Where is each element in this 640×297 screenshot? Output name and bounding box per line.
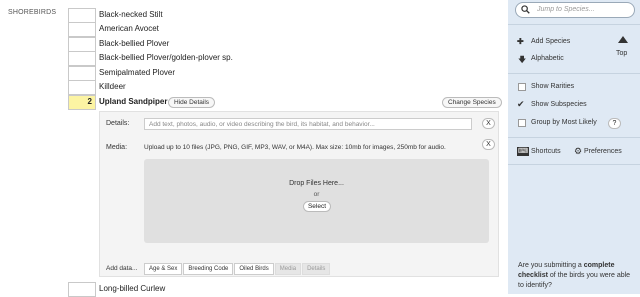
section-label: SHOREBIRDS (8, 9, 57, 16)
tab-breeding-code[interactable]: Breeding Code (183, 263, 234, 275)
change-species-button[interactable]: Change Species (442, 97, 502, 108)
tab-media: Media (274, 263, 302, 275)
top-button[interactable]: Top (610, 28, 638, 68)
prompt-prefix: Are you submitting a (518, 262, 584, 269)
keyboard-icon: ⌨ (517, 147, 530, 156)
count-input[interactable] (68, 66, 96, 81)
tab-oiled-birds[interactable]: Oiled Birds (234, 263, 274, 275)
species-name: Black-bellied Plover (99, 39, 170, 48)
count-input[interactable] (68, 37, 96, 52)
drop-or: or (313, 191, 320, 198)
show-rarities-checkbox[interactable] (518, 83, 526, 91)
count-input[interactable] (68, 282, 96, 297)
species-row: American Avocet (68, 22, 508, 37)
search-placeholder: Jump to Species... (537, 6, 595, 13)
help-button[interactable]: ? (608, 118, 621, 129)
add-data-label: Add data... (106, 265, 138, 272)
species-name: Black-necked Stilt (99, 10, 163, 19)
show-rarities-label: Show Rarities (531, 83, 575, 90)
checklist-panel: SHOREBIRDS Black-necked Stilt American A… (0, 0, 508, 297)
close-details-button[interactable]: X (482, 118, 495, 129)
tab-age-sex[interactable]: Age & Sex (144, 263, 183, 275)
group-by-checkbox[interactable] (518, 119, 526, 127)
count-input[interactable]: 2 (68, 95, 96, 110)
file-dropzone[interactable]: Drop Files Here... or Select (144, 159, 489, 243)
count-value: 2 (87, 97, 92, 106)
count-input[interactable] (68, 80, 96, 95)
preferences-link[interactable]: Preferences (584, 148, 622, 155)
sidebar: Jump to Species... ✚ Add Species 🡇 Alpha… (508, 0, 640, 294)
plus-icon: ✚ (517, 37, 524, 46)
alphabetic-link[interactable]: Alphabetic (531, 55, 564, 62)
species-name: Killdeer (99, 82, 126, 91)
species-row-active: 2 Upland Sandpiper Hide Details Change S… (68, 95, 508, 110)
close-media-button[interactable]: X (482, 139, 495, 150)
shortcuts-link[interactable]: Shortcuts (531, 148, 561, 155)
species-name: Semipalmated Plover (99, 68, 176, 77)
add-data-tabs: Age & Sex Breeding Code Oiled Birds Medi… (144, 263, 331, 275)
species-row: Black-necked Stilt (68, 8, 508, 23)
count-input[interactable] (68, 51, 96, 66)
media-instructions: Upload up to 10 files (JPG, PNG, GIF, MP… (144, 144, 446, 151)
complete-checklist-prompt: Are you submitting a complete checklist … (518, 261, 634, 291)
species-name: Upland Sandpiper (99, 97, 168, 106)
details-panel: Details: Add text, photos, audio, or vid… (99, 111, 499, 277)
select-files-button[interactable]: Select (303, 201, 331, 212)
gear-icon: ⚙ (574, 146, 583, 156)
hide-details-button[interactable]: Hide Details (168, 97, 216, 108)
divider (508, 24, 640, 25)
drop-title: Drop Files Here... (289, 180, 344, 187)
divider (508, 164, 640, 165)
arrow-down-icon: 🡇 (518, 55, 527, 64)
species-row: Semipalmated Plover (68, 66, 508, 81)
checkmark-icon[interactable]: ✔ (517, 99, 525, 110)
search-icon (521, 5, 530, 14)
triangle-up-icon (618, 36, 628, 43)
top-label: Top (616, 50, 628, 57)
search-box[interactable]: Jump to Species... (515, 2, 635, 18)
count-input[interactable] (68, 22, 96, 37)
divider (508, 137, 640, 138)
count-input[interactable] (68, 8, 96, 23)
add-species-link[interactable]: Add Species (531, 38, 570, 45)
species-row: Killdeer (68, 80, 508, 95)
media-label: Media: (106, 144, 128, 151)
show-subspecies-label: Show Subspecies (531, 101, 587, 108)
details-input[interactable]: Add text, photos, audio, or video descri… (144, 118, 472, 130)
species-row: Black-bellied Plover (68, 37, 508, 52)
species-row: Black-bellied Plover/golden-plover sp. (68, 51, 508, 66)
species-name: Long-billed Curlew (99, 284, 166, 293)
species-name: Black-bellied Plover/golden-plover sp. (99, 53, 233, 62)
divider (508, 73, 640, 74)
group-by-label: Group by Most Likely (531, 119, 597, 126)
details-label: Details: (106, 120, 130, 127)
tab-details: Details (302, 263, 331, 275)
species-name: American Avocet (99, 24, 159, 33)
